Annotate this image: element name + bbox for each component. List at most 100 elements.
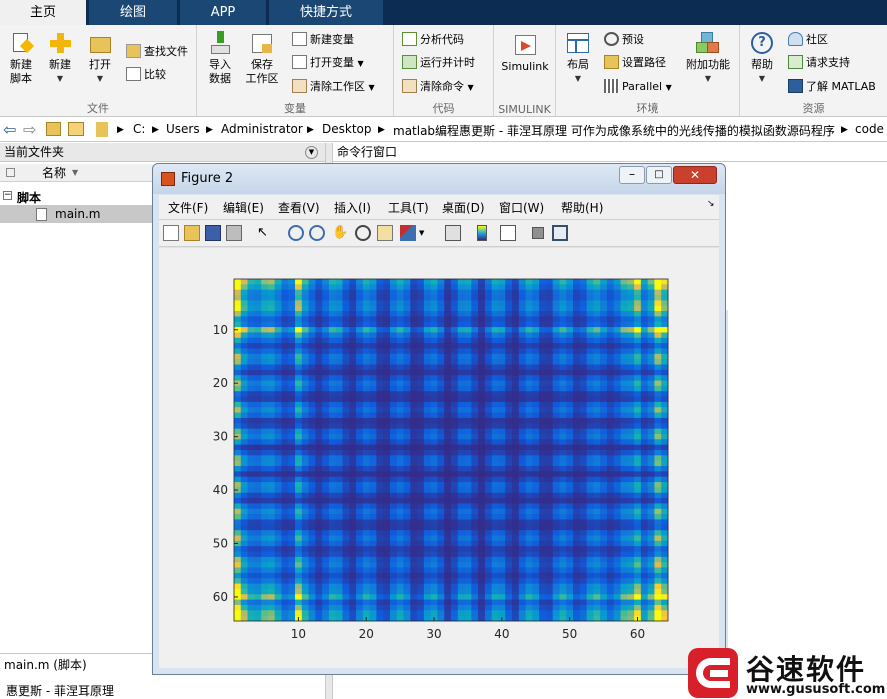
heatmap-cell <box>647 348 655 355</box>
menu-edit[interactable]: 编辑(E) <box>223 199 264 216</box>
back-arrow-icon[interactable]: ⇦ <box>3 120 16 139</box>
new-figure-icon[interactable] <box>163 225 179 241</box>
save-workspace-button[interactable]: 保存 工作区 <box>243 31 281 86</box>
simulink-button[interactable]: Simulink <box>498 33 552 74</box>
minimize-button[interactable]: – <box>619 166 645 184</box>
open-button[interactable]: 打开 ▼ <box>84 31 116 86</box>
heatmap-axes[interactable]: 10 20 30 40 50 60102030405060 <box>159 248 719 668</box>
parallel-button[interactable]: Parallel ▼ <box>604 78 672 96</box>
show-tools-icon[interactable] <box>552 225 568 241</box>
heatmap-cell <box>579 412 587 419</box>
zoom-in-icon[interactable] <box>288 225 304 241</box>
path-segment-administrator[interactable]: Administrator <box>221 122 303 136</box>
add-ons-button[interactable]: 附加功能 ▼ <box>682 31 734 86</box>
menu-window[interactable]: 窗口(W) <box>499 199 544 216</box>
pane-menu-icon[interactable]: ▼ <box>305 146 318 159</box>
path-segment-drive[interactable]: C: <box>133 122 145 136</box>
heatmap-cell <box>600 353 608 360</box>
heatmap-cell <box>403 455 411 461</box>
new-button[interactable]: 新建 ▼ <box>44 31 76 86</box>
collapse-icon[interactable]: − <box>3 191 12 200</box>
forward-arrow-icon[interactable]: ⇨ <box>23 120 36 139</box>
heatmap-cell <box>627 423 635 429</box>
file-name[interactable]: main.m <box>55 205 101 223</box>
heatmap-cell <box>545 391 554 397</box>
layout-button[interactable]: 布局 ▼ <box>562 31 594 86</box>
analyze-code-button[interactable]: 分析代码 <box>402 31 464 49</box>
heatmap-cell <box>661 466 669 472</box>
pointer-icon[interactable]: ↖ <box>257 225 273 241</box>
open-variable-button[interactable]: 打开变量 ▼ <box>292 54 364 72</box>
tab-apps[interactable]: APP <box>180 0 266 25</box>
path-segment-desktop[interactable]: Desktop <box>322 122 372 136</box>
request-support-button[interactable]: 请求支持 <box>788 54 850 72</box>
print-icon[interactable] <box>226 225 242 241</box>
community-button[interactable]: 社区 <box>788 31 828 49</box>
find-files-button[interactable]: 查找文件 <box>126 43 188 61</box>
zoom-out-icon[interactable] <box>309 225 325 241</box>
heatmap-cell <box>512 284 520 290</box>
heatmap-cell <box>573 337 581 344</box>
save-icon[interactable] <box>205 225 221 241</box>
path-segment-code[interactable]: code <box>855 122 884 136</box>
colorbar-icon[interactable] <box>477 225 487 241</box>
data-cursor-icon[interactable] <box>377 225 393 241</box>
help-button[interactable]: ? 帮助 ▼ <box>746 31 778 86</box>
pan-icon[interactable]: ✋ <box>332 225 348 241</box>
path-segment-project[interactable]: matlab编程惠更斯 - 菲涅耳原理 可作为成像系统中的光线传播的模拟函数源码… <box>393 122 840 139</box>
heatmap-cell <box>315 428 323 435</box>
close-button[interactable]: ✕ <box>673 166 717 184</box>
clear-commands-button[interactable]: 清除命令 ▼ <box>402 78 474 96</box>
file-row[interactable]: main.m <box>0 205 153 223</box>
heatmap-cell <box>647 594 655 600</box>
menu-view[interactable]: 查看(V) <box>278 199 320 216</box>
menu-insert[interactable]: 插入(I) <box>334 199 371 216</box>
maximize-button[interactable]: □ <box>646 166 672 184</box>
legend-icon[interactable] <box>500 225 516 241</box>
menu-help[interactable]: 帮助(H) <box>561 199 603 216</box>
menu-file[interactable]: 文件(F) <box>168 199 208 216</box>
menu-desktop[interactable]: 桌面(D) <box>442 199 485 216</box>
up-folder-icon[interactable] <box>46 122 61 136</box>
tab-plots[interactable]: 绘图 <box>89 0 177 25</box>
column-name[interactable]: 名称 <box>42 164 66 182</box>
tab-home[interactable]: 主页 <box>0 0 86 25</box>
heatmap-cell <box>532 439 540 445</box>
figure-title-bar[interactable]: Figure 2 – □ ✕ <box>153 164 725 194</box>
hide-tools-icon[interactable] <box>532 227 544 239</box>
heatmap-cell <box>342 610 350 616</box>
learn-matlab-button[interactable]: 了解 MATLAB <box>788 78 876 96</box>
new-variable-button[interactable]: 新建变量 <box>292 31 354 49</box>
heatmap-cell <box>552 433 560 440</box>
heatmap-cell <box>234 514 242 520</box>
set-path-button[interactable]: 设置路径 <box>604 54 666 72</box>
clear-workspace-button[interactable]: 清除工作区 ▼ <box>292 78 375 96</box>
brush-dropdown-icon[interactable]: ▼ <box>419 225 435 241</box>
menu-tools[interactable]: 工具(T) <box>388 199 429 216</box>
path-segment-users[interactable]: Users <box>166 122 200 136</box>
tab-shortcuts[interactable]: 快捷方式 <box>269 0 383 25</box>
rotate-icon[interactable] <box>355 225 371 241</box>
preferences-button[interactable]: 预设 <box>604 31 644 49</box>
heatmap-cell <box>234 583 242 590</box>
heatmap-cell <box>552 594 560 600</box>
group-scripts[interactable]: − 脚本 <box>0 189 153 205</box>
heatmap-cell <box>532 551 540 558</box>
select-all-checkbox[interactable] <box>6 168 15 177</box>
heatmap-cell <box>240 471 248 478</box>
heatmap-cell <box>274 530 282 536</box>
browse-folder-icon[interactable] <box>68 122 84 136</box>
heatmap-cell <box>640 588 648 595</box>
heatmap-cell <box>505 348 513 355</box>
link-icon[interactable] <box>445 225 461 241</box>
open-file-icon[interactable] <box>184 225 200 241</box>
brush-icon[interactable] <box>400 225 416 241</box>
dock-arrow-icon[interactable]: ↘ <box>707 199 715 209</box>
compare-button[interactable]: 比较 <box>126 66 166 84</box>
command-window[interactable] <box>726 162 887 699</box>
import-data-button[interactable]: 导入 数据 <box>203 31 237 86</box>
heatmap-cell <box>471 578 479 584</box>
run-and-time-button[interactable]: 运行并计时 <box>402 54 475 72</box>
heatmap-cell <box>349 508 357 515</box>
new-script-button[interactable]: 新建 脚本 <box>4 31 38 86</box>
